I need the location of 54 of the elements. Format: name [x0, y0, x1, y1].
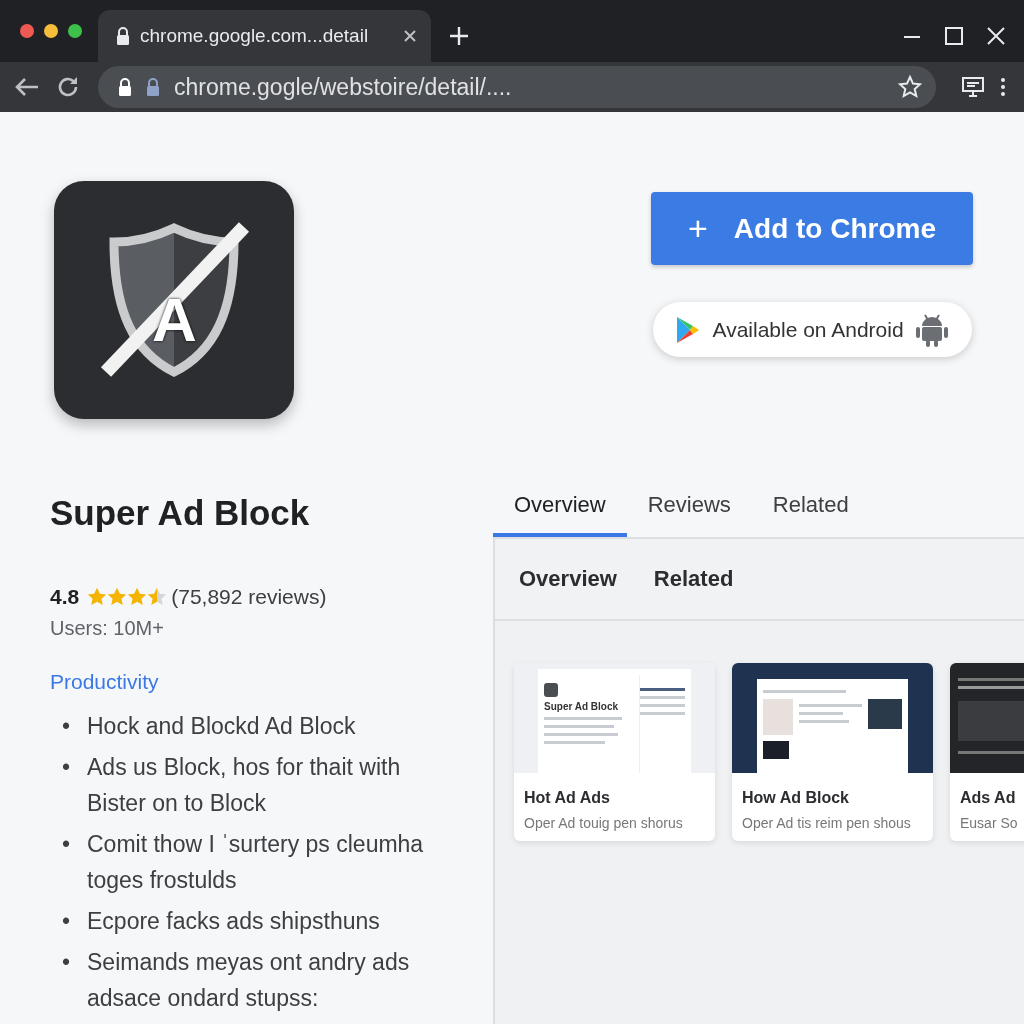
- close-icon[interactable]: [986, 26, 1006, 46]
- bullet-mark: •: [62, 712, 69, 741]
- minimize-window-dot[interactable]: [44, 24, 58, 38]
- android-robot-icon: [915, 312, 948, 347]
- star-icon[interactable]: [898, 75, 922, 99]
- feature-item: Ads us Block, hos for thait with Bister on to Block: [87, 753, 402, 818]
- plus-icon: [449, 26, 469, 46]
- card-title: How Ad Block: [742, 789, 850, 807]
- close-window-dot[interactable]: [20, 24, 34, 38]
- star: [107, 587, 128, 607]
- browser-tab[interactable]: chrome.google.com...detail: [98, 10, 431, 62]
- feature-item: Hock and Blockd Ad Block: [87, 712, 356, 741]
- tab[interactable]: Reviews: [626, 477, 752, 537]
- bullet-mark: •: [62, 907, 69, 936]
- bullet-mark: •: [62, 948, 69, 977]
- tab[interactable]: Related: [751, 477, 870, 537]
- screenshot-card[interactable]: Super Ad Block Hot Ad Ads Oper Ad touig pen shorus: [514, 663, 715, 841]
- card-caption: Oper Ad touig pen shorus: [524, 815, 684, 831]
- card-title: Hot Ad Ads: [524, 789, 611, 807]
- section-link[interactable]: Related: [653, 566, 734, 592]
- add-to-chrome-button[interactable]: + Add to Chrome: [651, 192, 973, 265]
- star: [87, 587, 108, 607]
- reload-icon: [56, 75, 80, 99]
- play-store-icon: [674, 315, 701, 344]
- rating-value: 4.8: [50, 585, 80, 609]
- site-info-icon: [146, 78, 160, 96]
- card-caption: Oper Ad tis reim pen shous: [742, 815, 912, 831]
- extension-title: Super Ad Block: [50, 492, 311, 534]
- bullet-mark: •: [62, 753, 69, 782]
- category-link[interactable]: Productivity: [50, 670, 159, 694]
- card-caption: Eusar So: [960, 815, 1019, 831]
- screenshot-card[interactable]: How Ad Block Oper Ad tis reim pen shous: [732, 663, 933, 841]
- bullet-mark: •: [62, 830, 69, 859]
- cast-icon[interactable]: [962, 77, 984, 97]
- address-bar[interactable]: chrome.gogle/webstoire/detail/....: [98, 66, 936, 108]
- feature-item: Seimands meyas ont andry ads adsace ondard stupss:: [87, 948, 411, 1013]
- screenshot-thumbnail: Super Ad Block: [514, 663, 715, 773]
- review-count: (75,892 reviews): [171, 585, 327, 609]
- android-availability-badge[interactable]: Available on Android: [652, 302, 972, 357]
- feature-item: Comit thow I ˈsurtery ps cleumha toges frostulds: [87, 830, 425, 895]
- user-count: Users: 10M+: [50, 617, 165, 640]
- logo-letter: A: [152, 289, 197, 351]
- card-title: Ads Ad: [960, 789, 1017, 807]
- star: [147, 587, 168, 607]
- feature-item: Ecpore facks ads shipsthuns: [87, 907, 380, 936]
- lock-icon: [116, 27, 130, 45]
- screenshot-card[interactable]: Ads Ad Eusar So: [950, 663, 1024, 841]
- maximize-icon[interactable]: [944, 26, 964, 46]
- zoom-window-dot[interactable]: [68, 24, 82, 38]
- back-arrow-icon: [14, 76, 40, 98]
- star: [127, 587, 148, 607]
- lock-icon: [118, 78, 132, 96]
- section-link[interactable]: Overview: [519, 566, 617, 592]
- close-tab-icon[interactable]: [403, 29, 417, 43]
